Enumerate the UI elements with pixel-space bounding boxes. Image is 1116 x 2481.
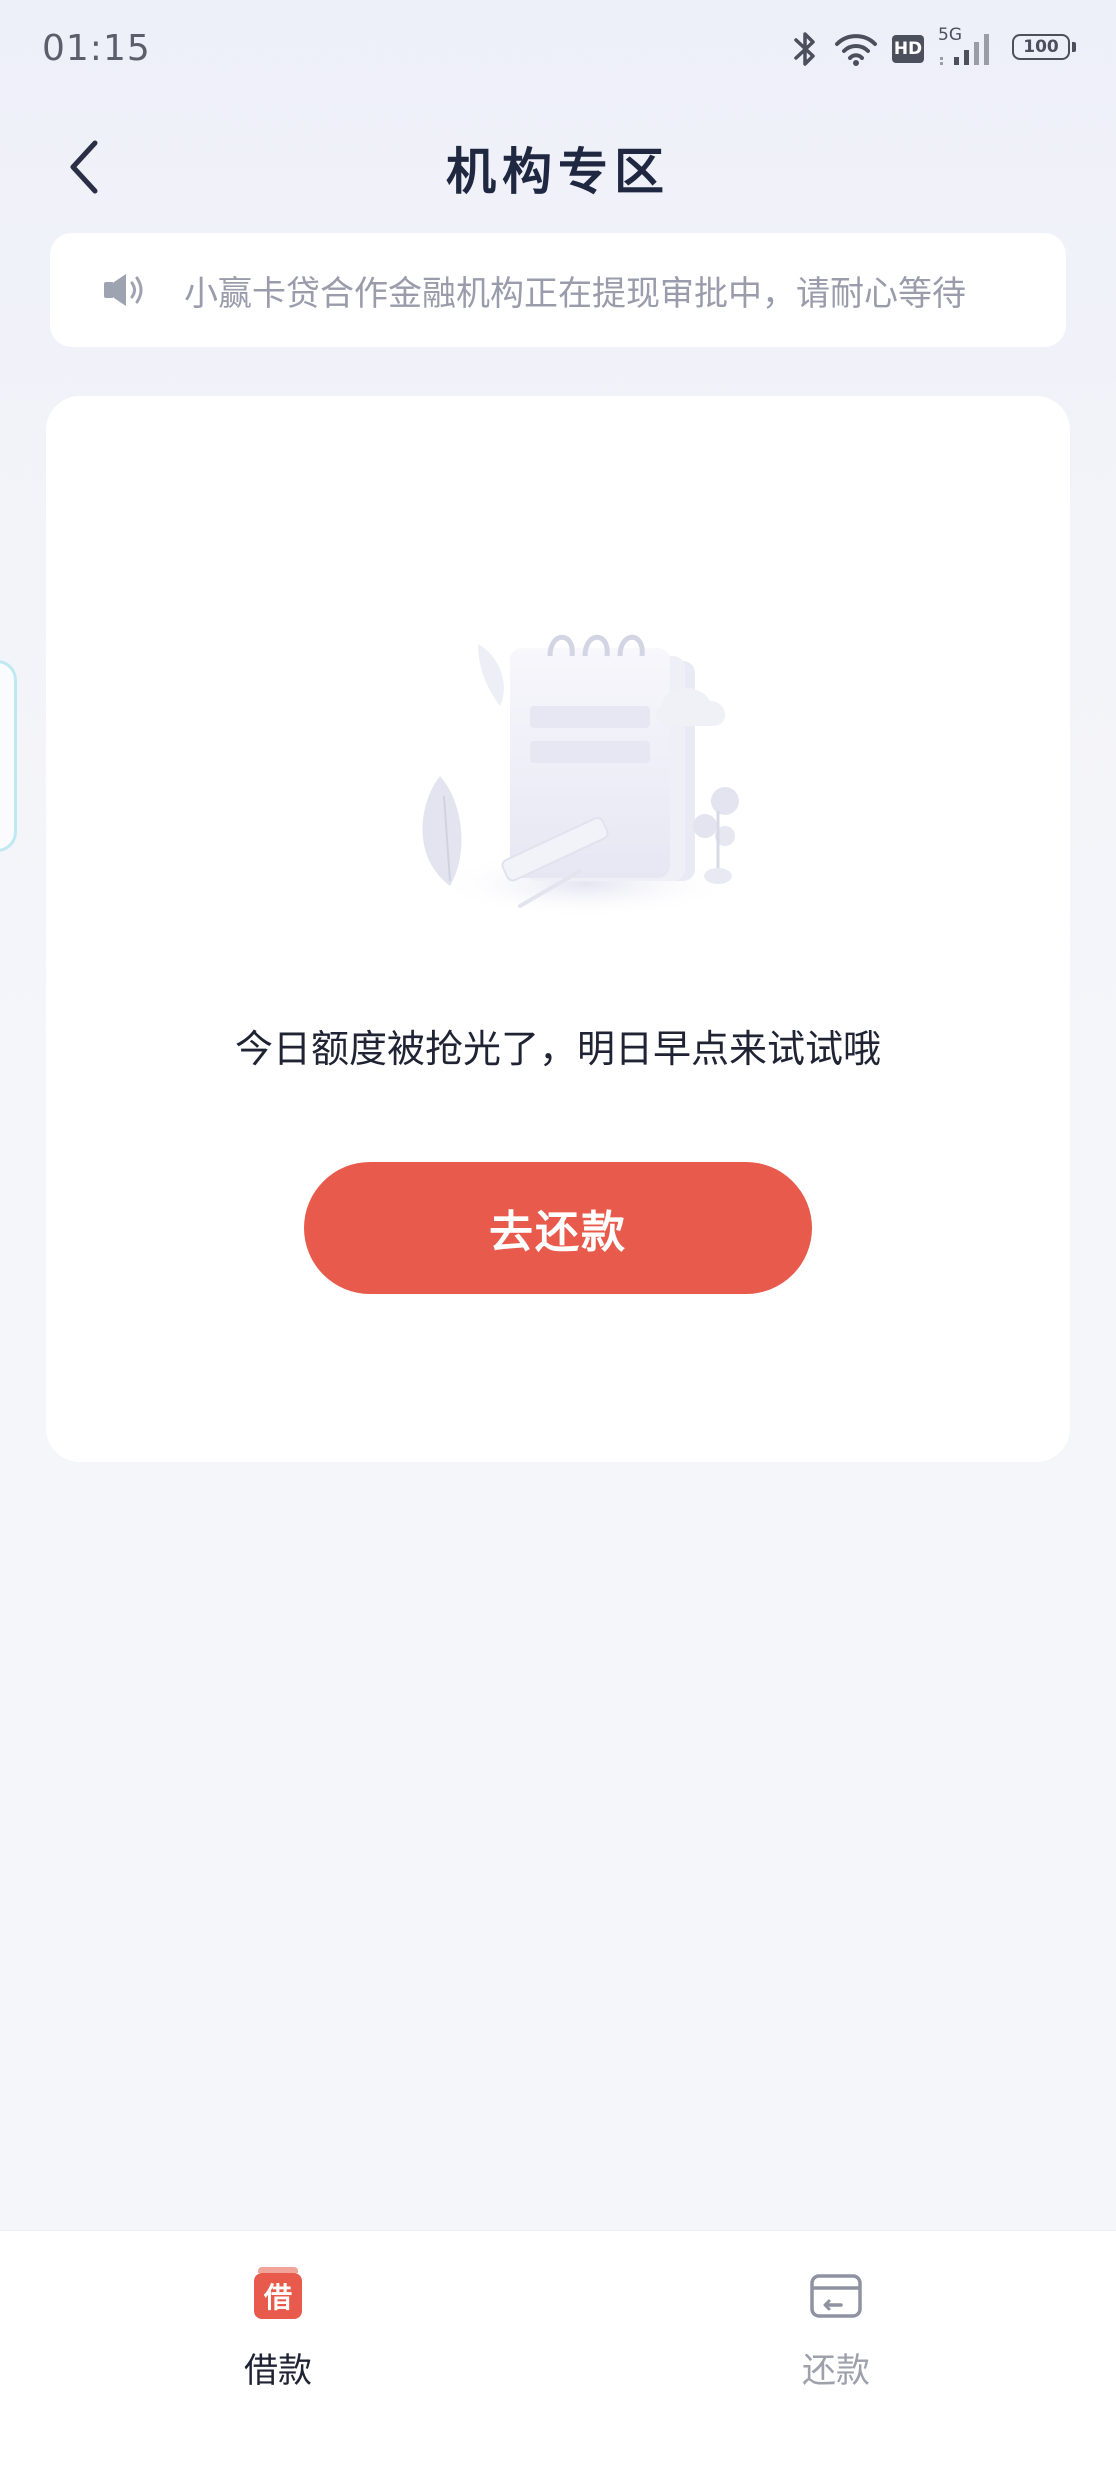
status-icons: HD 5G 100 [790,25,1078,72]
battery-level: 100 [1023,37,1059,57]
borrow-icon: 借 [254,2267,302,2319]
status-time: 01:15 [42,28,151,69]
tab-borrow[interactable]: 借 借款 [178,2251,378,2401]
hd-label: HD [893,39,923,59]
notice-text: 小赢卡贷合作金融机构正在提现审批中，请耐心等待 [184,273,966,314]
borrow-icon-text: 借 [263,2281,292,2314]
empty-message: 今日额度被抢光了，明日早点来试试哦 [234,1027,881,1071]
go-repay-button[interactable]: 去还款 [304,1162,812,1294]
battery-icon: 100 [1012,34,1078,64]
status-bar: 01:15 HD 5G 100 [0,0,1116,100]
side-drawer-tab[interactable] [0,660,17,852]
header: 机构专区 [0,110,1116,220]
card-icon [810,2274,862,2318]
main-card: 今日额度被抢光了，明日早点来试试哦 去还款 [46,396,1070,1462]
tab-borrow-label: 借款 [244,2351,312,2391]
tab-repay-label: 还款 [802,2351,870,2391]
wifi-icon [835,34,877,66]
bottom-tab-bar: 借 借款 还款 [0,2230,1116,2481]
cellular-signal-icon: 5G [938,25,998,69]
page-title: 机构专区 [446,142,670,201]
empty-notebook-illustration [422,634,739,918]
speaker-icon [104,274,143,306]
tab-repay[interactable]: 还款 [736,2251,936,2401]
bluetooth-icon [794,32,815,66]
hd-icon: HD [892,35,924,63]
notice-bar[interactable]: 小赢卡贷合作金融机构正在提现审批中，请耐心等待 [50,233,1066,347]
